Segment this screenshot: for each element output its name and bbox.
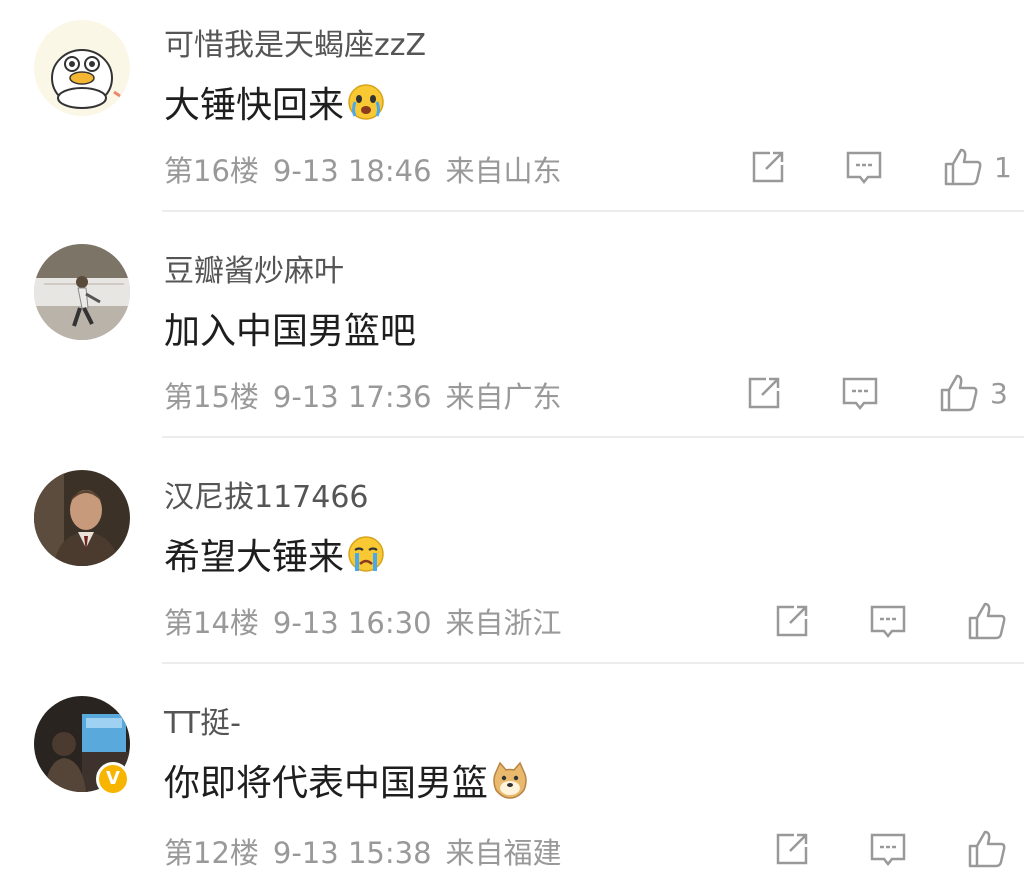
comment-icon [870,605,906,639]
avatar[interactable] [34,244,130,340]
comment-item: 汉尼拔117466 希望大锤来 第14楼 9-13 16:30 来自浙江 [0,452,1024,664]
comment-text-body: 加入中国男篮吧 [164,311,417,352]
floor-number: 第16楼 [164,154,259,188]
action-bar: 1 [704,144,1024,194]
action-bar: 3 [704,370,1024,420]
avatar[interactable] [34,20,130,116]
floor-number: 第12楼 [164,836,259,870]
comment-text: 大锤快回来 [164,76,386,128]
location: 来自浙江 [445,606,562,640]
timestamp: 9-13 16:30 [272,606,432,640]
comment-text-body: 你即将代表中国男篮 [164,763,489,804]
share-button[interactable] [772,598,812,644]
thumbs-up-icon [968,830,1006,868]
floor-number: 第15楼 [164,380,259,414]
share-icon [752,151,784,183]
thumbs-up-icon [944,148,982,186]
comment-icon [842,377,878,411]
comment-text: 你即将代表中国男篮 [164,754,530,806]
comment-icon [870,833,906,867]
username[interactable]: 可惜我是天蝎座zzZ [164,20,426,64]
floor-number: 第14楼 [164,606,259,640]
thumbs-up-icon [968,602,1006,640]
comment-item: 可惜我是天蝎座zzZ 大锤快回来 第16楼 9-13 18:46 来自山东 1 [0,0,1024,212]
reply-button[interactable] [840,370,880,416]
divider [162,436,1024,438]
location: 来自广东 [445,380,562,414]
like-button[interactable] [966,826,1018,872]
reply-button[interactable] [844,144,884,190]
share-icon [776,833,808,865]
comment-item: V TT挺- 你即将代表中国男篮 第12楼 9-13 15:38 来自福建 [0,678,1024,882]
share-button[interactable] [744,370,784,416]
thumbs-up-icon [940,374,978,412]
action-bar [704,826,1024,876]
divider [162,662,1024,664]
like-button[interactable]: 3 [938,370,1008,416]
username[interactable]: TT挺- [164,698,241,742]
reply-button[interactable] [868,826,908,872]
timestamp: 9-13 15:38 [272,836,432,870]
comment-item: 豆瓣酱炒麻叶 加入中国男篮吧 第15楼 9-13 17:36 来自广东 3 [0,226,1024,438]
reply-button[interactable] [868,598,908,644]
comment-text-body: 希望大锤来 [164,537,345,578]
share-button[interactable] [772,826,812,872]
comment-meta: 第12楼 9-13 15:38 来自福建 [164,830,576,872]
doge-emoji [490,760,530,800]
tears-face-emoji [346,534,386,574]
comment-meta: 第16楼 9-13 18:46 来自山东 [164,148,576,190]
verified-badge: V [96,762,130,796]
comment-icon [846,151,882,185]
comment-text-body: 大锤快回来 [164,85,345,126]
timestamp: 9-13 17:36 [272,380,432,414]
comment-meta: 第14楼 9-13 16:30 来自浙江 [164,600,576,642]
crying-face-emoji [346,82,386,122]
divider [162,210,1024,212]
username[interactable]: 汉尼拔117466 [164,472,369,516]
location: 来自山东 [445,154,562,188]
avatar[interactable] [34,470,130,566]
share-icon [748,377,780,409]
username[interactable]: 豆瓣酱炒麻叶 [164,246,344,290]
share-button[interactable] [748,144,788,190]
comment-text: 加入中国男篮吧 [164,302,416,354]
like-count: 1 [994,150,1012,184]
action-bar [704,598,1024,648]
location: 来自福建 [445,836,562,870]
like-button[interactable]: 1 [942,144,1012,190]
comment-meta: 第15楼 9-13 17:36 来自广东 [164,374,576,416]
timestamp: 9-13 18:46 [272,154,432,188]
comment-text: 希望大锤来 [164,528,386,580]
share-icon [776,605,808,637]
like-button[interactable] [966,598,1018,644]
like-count: 3 [990,376,1008,410]
